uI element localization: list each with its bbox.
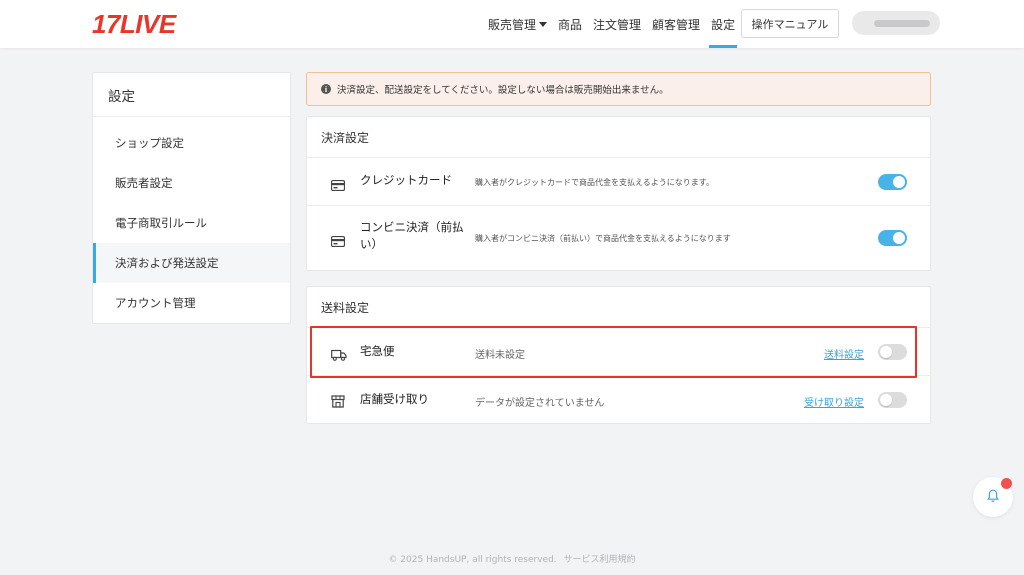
store-pickup-status: データが設定されていません [475,398,605,409]
convenience-store-label-line2: い） [360,237,383,251]
shipping-row-store-pickup: 店舗受け取り データが設定されていません 受け取り設定 [307,376,930,424]
brand-logo[interactable]: 17LIVE [92,9,176,39]
nav-order-management[interactable]: 注文管理 [593,0,641,48]
store-pickup-label: 店舗受け取り [360,392,429,406]
convenience-store-description: 購入者がコンビニ決済（前払い）で商品代金を支払えるようになります [475,234,731,243]
nav-sales-management[interactable]: 販売管理 [488,0,548,48]
credit-card-toggle[interactable] [878,174,907,190]
chevron-down-icon [539,21,548,27]
user-menu[interactable] [852,11,940,35]
user-icon [874,20,930,27]
store-icon [331,393,345,412]
nav-customer-management-label: 顧客管理 [652,17,701,32]
toggle-knob [893,232,905,244]
footer-terms-link[interactable]: サービス利用規約 [564,552,636,565]
payment-settings-title: 決済設定 [307,117,930,158]
nav-products-label: 商品 [558,17,583,32]
payment-row-credit-card: クレジットカード 購入者がクレジットカードで商品代金を支払えるようになります。 [307,158,930,206]
sidebar-item-shop-settings[interactable]: ショップ設定 [93,123,290,163]
credit-card-description: 購入者がクレジットカードで商品代金を支払えるようになります。 [475,178,714,187]
credit-card-label: クレジットカード [360,173,452,187]
shipping-settings-title: 送料設定 [307,287,930,328]
bell-icon [987,488,999,507]
nav-order-management-label: 注文管理 [593,17,642,32]
sidebar-item-payment-shipping[interactable]: 決済および発送設定 [93,243,290,283]
manual-button[interactable]: 操作マニュアル [741,9,839,38]
convenience-store-label: コンビニ決済（前払 い） [360,219,464,253]
credit-card-icon [330,176,346,195]
notification-button[interactable] [973,477,1013,517]
toggle-knob [893,176,905,188]
sidebar-title: 設定 [93,73,290,117]
convenience-store-label-line1: コンビニ決済（前払 [360,220,464,234]
nav-sales-management-label: 販売管理 [488,17,537,32]
payment-settings-card: 決済設定 クレジットカード 購入者がクレジットカードで商品代金を支払えるようにな… [306,116,931,271]
sidebar-item-ecommerce-rules[interactable]: 電子商取引ルール [93,203,290,243]
sidebar-item-seller-settings[interactable]: 販売者設定 [93,163,290,203]
top-header: 17LIVE 販売管理 商品 注文管理 顧客管理 設定 操作マニュアル [0,0,1024,48]
notification-badge [1001,478,1012,489]
nav-customer-management[interactable]: 顧客管理 [652,0,700,48]
sidebar-list: ショップ設定 販売者設定 電子商取引ルール 決済および発送設定 アカウント管理 [93,117,290,323]
setup-warning-alert: i 決済設定、配送設定をしてください。設定しない場合は販売開始出来ません。 [306,72,931,106]
alert-text: 決済設定、配送設定をしてください。設定しない場合は販売開始出来ません。 [337,85,669,96]
store-pickup-toggle[interactable] [878,392,907,408]
info-icon: i [321,84,331,94]
credit-card-icon [330,232,346,251]
nav-products[interactable]: 商品 [558,0,582,48]
toggle-knob [880,394,892,406]
pickup-settings-link[interactable]: 受け取り設定 [804,394,864,409]
nav-settings[interactable]: 設定 [709,0,738,48]
convenience-store-toggle[interactable] [878,230,907,246]
settings-sidebar: 設定 ショップ設定 販売者設定 電子商取引ルール 決済および発送設定 アカウント… [92,72,291,324]
highlight-annotation-box [310,326,917,378]
page-footer: © 2025 HandsUP, all rights reserved. サービ… [0,552,1024,565]
footer-copyright: © 2025 HandsUP, all rights reserved. [388,555,557,565]
payment-row-convenience-store: コンビニ決済（前払 い） 購入者がコンビニ決済（前払い）で商品代金を支払えるよう… [307,206,930,270]
main-nav: 販売管理 商品 注文管理 顧客管理 設定 [488,0,746,48]
nav-settings-label: 設定 [711,17,736,32]
sidebar-item-account-management[interactable]: アカウント管理 [93,283,290,323]
